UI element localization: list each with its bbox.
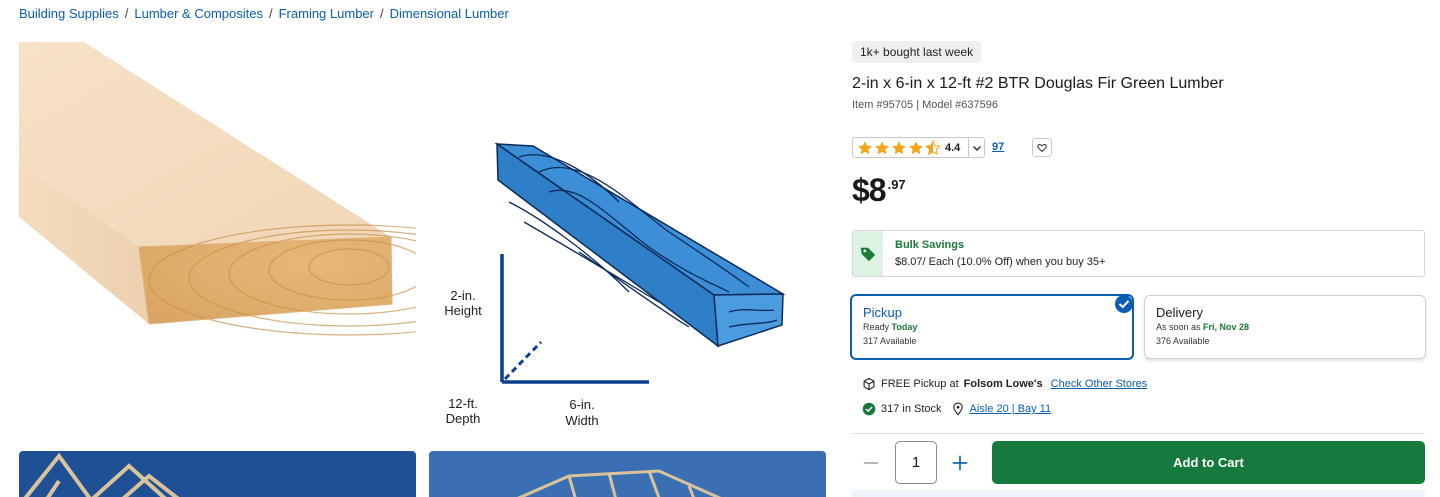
package-icon (863, 377, 875, 391)
product-title: 2-in x 6-in x 12-ft #2 BTR Douglas Fir G… (852, 75, 1224, 92)
price-cents: .97 (887, 177, 906, 192)
star-full-icon (858, 140, 872, 154)
lumber-board-image (19, 42, 416, 336)
product-photo-thumb-2[interactable] (429, 451, 826, 497)
dimension-diagram: 2-in. Height 12-ft. Depth 6-in. Width (444, 142, 786, 428)
bought-badge: 1k+ bought last week (852, 41, 982, 63)
rating-summary[interactable]: 4.4 (852, 137, 985, 158)
price-dollars: $8 (852, 172, 887, 208)
breadcrumb-building-supplies[interactable]: Building Supplies (19, 6, 119, 21)
depth-caption: Depth (446, 411, 481, 426)
favorite-button[interactable] (1032, 138, 1052, 157)
rating-value: 4.4 (945, 141, 961, 154)
delivery-eta: As soon as Fri, Nov 28 (1156, 322, 1250, 332)
store-name: Folsom Lowe's (963, 378, 1043, 390)
stock-row: 317 in Stock Aisle 20 | Bay 11 (862, 402, 1051, 416)
height-label: 2-in. (450, 288, 475, 303)
breadcrumb: Building Supplies / Lumber & Composites … (19, 6, 509, 21)
breadcrumb-dimensional-lumber[interactable]: Dimensional Lumber (390, 6, 509, 21)
breadcrumb-separator: / (268, 6, 273, 21)
star-full-icon (875, 140, 889, 154)
pickup-option[interactable]: Pickup Ready Today 317 Available (850, 294, 1134, 360)
item-model-number: Item #95705 | Model #637596 (852, 99, 998, 111)
pickup-store-row: FREE Pickup at Folsom Lowe's Check Other… (862, 377, 1147, 391)
bulk-savings-description: $8.07/ Each (10.0% Off) when you buy 35+ (895, 256, 1106, 268)
delivery-title: Delivery (1156, 305, 1203, 320)
price: $8 .97 (852, 172, 906, 209)
price-tag-icon (853, 231, 883, 276)
breadcrumb-separator: / (379, 6, 384, 21)
heart-icon (1037, 143, 1047, 152)
check-other-stores-link[interactable]: Check Other Stores (1051, 378, 1148, 390)
truss-photo-image (19, 451, 416, 497)
breadcrumb-framing-lumber[interactable]: Framing Lumber (279, 6, 374, 21)
pickup-available: 317 Available (863, 336, 917, 346)
pickup-title: Pickup (863, 305, 903, 320)
aisle-bay-link[interactable]: Aisle 20 | Bay 11 (970, 403, 1052, 415)
star-full-icon (909, 140, 923, 154)
below-cart-panel (852, 490, 1425, 497)
product-photo-dimensions[interactable]: 2-in. Height 12-ft. Depth 6-in. Width (429, 42, 826, 432)
stock-count: 317 in Stock (881, 403, 942, 415)
truss-photo-image (429, 451, 826, 497)
divider (852, 433, 1425, 434)
review-count-link[interactable]: 97 (992, 141, 1004, 153)
delivery-option[interactable]: Delivery As soon as Fri, Nov 28 376 Avai… (1144, 295, 1426, 359)
bulk-savings-banner: Bulk Savings $8.07/ Each (10.0% Off) whe… (852, 230, 1425, 277)
pickup-ready: Ready Today (863, 322, 918, 332)
quantity-increase-button[interactable] (947, 450, 973, 476)
location-pin-icon (952, 402, 963, 416)
free-pickup-text: FREE Pickup at (881, 378, 959, 390)
selected-check-icon (1115, 295, 1133, 313)
height-caption: Height (444, 303, 482, 318)
breadcrumb-separator: / (124, 6, 129, 21)
quantity-input[interactable] (895, 441, 937, 484)
star-half-icon (925, 139, 941, 155)
star-rating (857, 139, 941, 156)
product-photo-thumb-1[interactable] (19, 451, 416, 497)
width-caption: Width (565, 413, 598, 428)
bulk-savings-title: Bulk Savings (895, 239, 965, 251)
check-circle-icon (862, 402, 876, 416)
star-full-icon (892, 140, 906, 154)
chevron-down-icon[interactable] (968, 138, 984, 157)
depth-label: 12-ft. (448, 396, 478, 411)
breadcrumb-lumber-composites[interactable]: Lumber & Composites (134, 6, 263, 21)
delivery-available: 376 Available (1156, 336, 1210, 346)
quantity-decrease-button[interactable] (858, 450, 884, 476)
plus-icon (952, 455, 968, 471)
product-photo-main[interactable] (19, 42, 416, 432)
width-label: 6-in. (569, 397, 594, 412)
add-to-cart-button[interactable]: Add to Cart (992, 441, 1425, 484)
minus-icon (863, 462, 879, 464)
